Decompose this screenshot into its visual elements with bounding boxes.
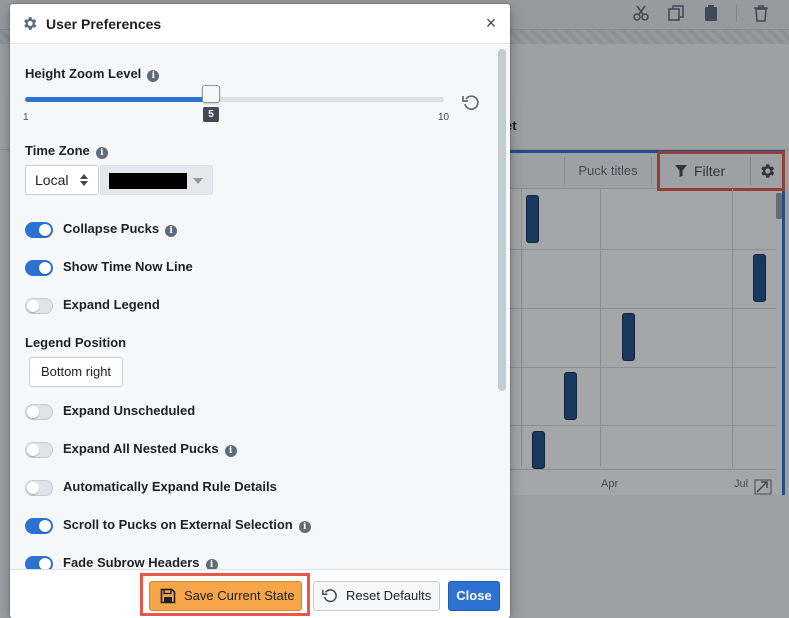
toggle-label: Scroll to Pucks on External Selection i (63, 517, 311, 533)
toggle-label-text: Collapse Pucks (63, 221, 160, 236)
slider-min-label: 1 (23, 112, 29, 123)
close-icon[interactable]: × (482, 14, 500, 32)
toggle-label: Expand Unscheduled (63, 403, 195, 418)
toggle-label-text: Show Time Now Line (63, 259, 193, 274)
switch-knob (39, 224, 51, 236)
time-zone-detail-dropdown[interactable] (100, 165, 213, 195)
time-zone-label: Time Zone i (25, 143, 108, 159)
dialog-title: User Preferences (46, 16, 162, 32)
info-icon[interactable]: i (205, 559, 218, 569)
legend-position-button[interactable]: Bottom right (29, 357, 123, 387)
switch-knob (39, 262, 51, 274)
time-zone-select[interactable]: Local (25, 165, 99, 195)
switch[interactable] (25, 222, 53, 238)
close-button[interactable]: Close (448, 581, 500, 611)
chevron-down-icon (193, 178, 203, 184)
height-zoom-slider[interactable] (25, 97, 444, 102)
toggle-label-text: Expand Legend (63, 297, 160, 312)
toggle-label-text: Scroll to Pucks on External Selection (63, 517, 293, 532)
toggle-label-text: Expand All Nested Pucks (63, 441, 219, 456)
height-zoom-label: Height Zoom Level i (25, 66, 160, 82)
switch-knob (39, 520, 51, 532)
user-preferences-dialog: User Preferences × Height Zoom Level i 5 … (10, 4, 510, 618)
info-icon[interactable]: i (298, 521, 311, 533)
save-current-state-button[interactable]: Save Current State (149, 581, 302, 611)
redacted-value (109, 173, 187, 189)
slider-max-label: 10 (438, 112, 450, 123)
time-zone-value: Local (35, 172, 69, 188)
reset-defaults-button[interactable]: Reset Defaults (313, 581, 440, 611)
slider-value-badge: 5 (203, 107, 220, 122)
dialog-header: User Preferences × (10, 4, 510, 44)
switch[interactable] (25, 442, 53, 458)
select-arrows-icon (80, 174, 88, 186)
switch-knob (27, 406, 39, 418)
toggle-label: Expand All Nested Pucks i (63, 441, 237, 457)
switch-knob (27, 300, 39, 312)
slider-handle[interactable] (202, 85, 221, 103)
switch[interactable] (25, 298, 53, 314)
toggle-label: Collapse Pucks i (63, 221, 178, 237)
reset-button-label: Reset Defaults (346, 588, 432, 603)
toggle-label: Show Time Now Line (63, 259, 193, 274)
dialog-scrollbar[interactable] (498, 49, 506, 391)
save-button-label: Save Current State (184, 588, 295, 603)
switch[interactable] (25, 480, 53, 496)
legend-position-label: Legend Position (25, 335, 127, 350)
reset-zoom-icon[interactable] (462, 94, 480, 112)
info-icon[interactable]: i (147, 70, 160, 82)
info-icon[interactable]: i (224, 445, 237, 457)
info-icon[interactable]: i (165, 225, 178, 237)
toggle-label: Expand Legend (63, 297, 160, 312)
switch[interactable] (25, 556, 53, 569)
dialog-footer: Save Current State Reset Defaults Close (10, 569, 510, 618)
height-zoom-label-text: Height Zoom Level (25, 66, 142, 81)
switch-knob (39, 558, 51, 569)
switch[interactable] (25, 404, 53, 420)
toggle-label-text: Expand Unscheduled (63, 403, 196, 418)
floppy-disk-icon (160, 588, 176, 604)
toggle-label-text: Fade Subrow Headers (63, 555, 200, 569)
switch[interactable] (25, 518, 53, 534)
reset-icon (322, 589, 337, 603)
toggle-label-text: Automatically Expand Rule Details (63, 479, 277, 494)
toggle-label: Automatically Expand Rule Details (63, 479, 277, 494)
dialog-body: Height Zoom Level i 5 1 10 Time Zone i Loc… (10, 45, 510, 569)
gear-icon (24, 17, 37, 30)
time-zone-label-text: Time Zone (25, 143, 90, 158)
switch[interactable] (25, 260, 53, 276)
info-icon[interactable]: i (95, 147, 108, 159)
switch-knob (27, 444, 39, 456)
toggle-label: Fade Subrow Headers i (63, 555, 218, 569)
switch-knob (27, 482, 39, 494)
slider-fill (25, 97, 212, 102)
